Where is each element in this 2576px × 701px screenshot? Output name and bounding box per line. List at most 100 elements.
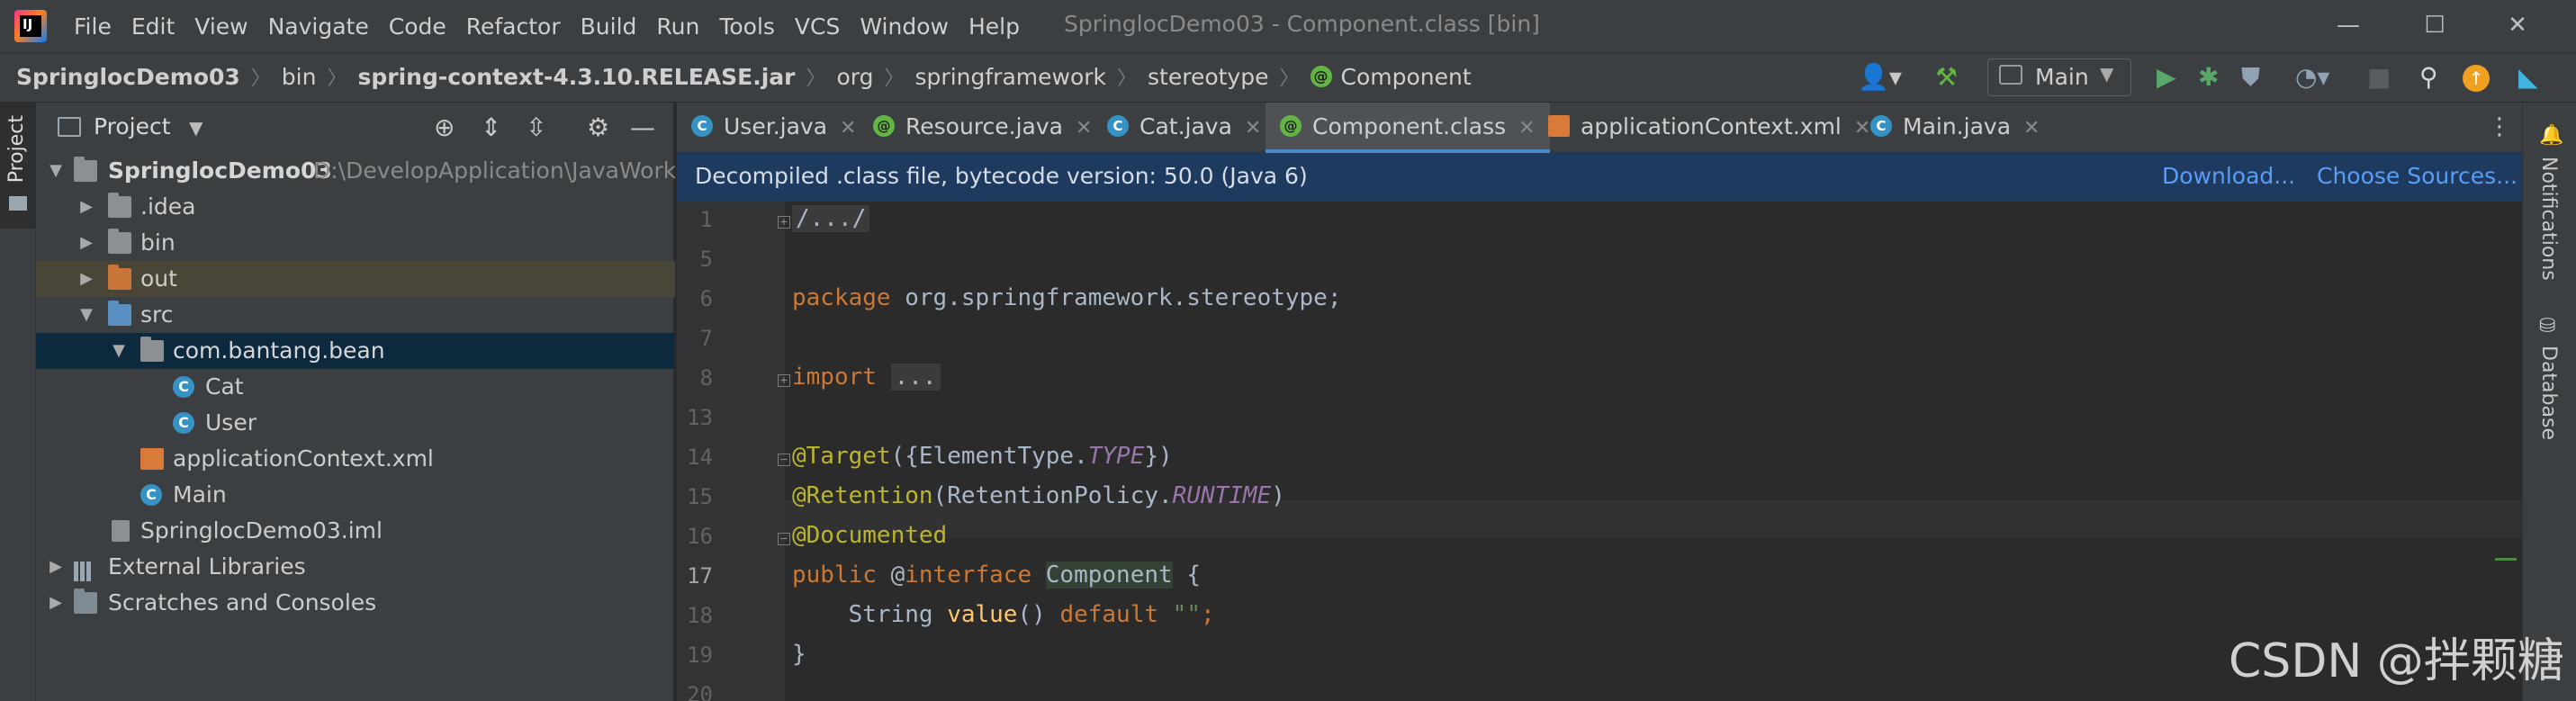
more-tabs-icon[interactable]: ⋮ <box>2488 113 2511 140</box>
tree-item-external-libraries[interactable]: ▶ External Libraries <box>36 549 675 585</box>
tree-item-main[interactable]: C Main <box>36 477 675 513</box>
menu-code[interactable]: Code <box>389 13 446 40</box>
coverage-icon[interactable]: ⛊ <box>2241 63 2260 92</box>
tree-item-cat[interactable]: C Cat <box>36 369 675 405</box>
debug-icon[interactable]: ✱ <box>2198 63 2219 92</box>
menu-tools[interactable]: Tools <box>719 13 775 40</box>
menu-window[interactable]: Window <box>860 13 949 40</box>
iml-file-icon <box>112 520 130 542</box>
menu-run[interactable]: Run <box>656 13 699 40</box>
close-icon[interactable]: ✕ <box>2023 117 2040 139</box>
folder-icon <box>108 193 131 218</box>
build-hammer-icon[interactable]: ⚒ <box>1935 63 1958 92</box>
locate-icon[interactable]: ⊕ <box>434 112 455 142</box>
tree-item-project-root[interactable]: ▼ SpringlocDemo03 D:\DevelopApplication\… <box>36 153 675 189</box>
tab-project-tool[interactable]: Project <box>0 103 36 229</box>
breadcrumb-jar[interactable]: spring-context-4.3.10.RELEASE.jar <box>357 64 795 90</box>
tree-item-out[interactable]: ▶ out <box>36 261 675 297</box>
chevron-down-icon[interactable]: ▼ <box>47 153 65 189</box>
line-number: 5 <box>699 247 713 272</box>
chevron-right-icon[interactable]: ▶ <box>47 549 65 585</box>
collapse-all-icon[interactable]: ⇳ <box>526 112 546 142</box>
project-panel-title[interactable]: Project <box>94 113 171 139</box>
breadcrumb-bin[interactable]: bin <box>282 64 317 90</box>
run-configuration-dropdown[interactable]: Main ▼ <box>1987 58 2131 96</box>
breadcrumb-org[interactable]: org <box>837 64 874 90</box>
tree-item-src[interactable]: ▼ src <box>36 297 675 333</box>
banner-text: Decompiled .class file, bytecode version… <box>695 163 1308 189</box>
menu-edit[interactable]: Edit <box>131 13 175 40</box>
chevron-right-icon[interactable]: ▶ <box>47 585 65 621</box>
tab-main-java[interactable]: C Main.java ✕ <box>1870 103 2040 153</box>
tree-item-application-context[interactable]: applicationContext.xml <box>36 441 675 477</box>
menu-navigate[interactable]: Navigate <box>268 13 369 40</box>
menu-refactor[interactable]: Refactor <box>466 13 561 40</box>
close-button[interactable]: ✕ <box>2477 0 2558 52</box>
close-icon[interactable]: ✕ <box>1245 117 1261 139</box>
tab-database[interactable]: Database <box>2537 346 2560 440</box>
close-icon[interactable]: ✕ <box>1518 117 1535 139</box>
tree-item-iml[interactable]: SpringlocDemo03.iml <box>36 513 675 549</box>
menu-view[interactable]: View <box>194 13 248 40</box>
chevron-down-icon[interactable]: ▼ <box>110 333 128 369</box>
menu-file[interactable]: File <box>74 13 112 40</box>
plugin-icon[interactable]: ◣ <box>2518 63 2538 92</box>
annotation-icon: @ <box>1280 115 1302 137</box>
database-icon[interactable]: ⛁ <box>2539 315 2555 337</box>
chevron-right-icon[interactable]: ▶ <box>77 225 95 261</box>
close-icon[interactable]: ✕ <box>1076 117 1092 139</box>
tab-notifications[interactable]: Notifications <box>2537 157 2560 281</box>
bell-icon[interactable]: 🔔 <box>2539 124 2563 147</box>
download-link[interactable]: Download... <box>2162 153 2295 200</box>
tab-application-context-xml[interactable]: applicationContext.xml ✕ <box>1548 103 1870 153</box>
project-tool-label: Project <box>5 115 28 184</box>
breadcrumb-project[interactable]: SpringlocDemo03 <box>16 64 240 90</box>
update-icon[interactable]: ↑ <box>2463 65 2490 92</box>
intellij-logo-icon[interactable]: IJ <box>14 10 47 42</box>
fold-icon[interactable]: + <box>778 374 790 387</box>
tab-resource-java[interactable]: @ Resource.java ✕ <box>873 103 1092 153</box>
menu-help[interactable]: Help <box>968 13 1020 40</box>
breadcrumb-component[interactable]: Component <box>1341 64 1472 90</box>
tree-item-package[interactable]: ▼ com.bantang.bean <box>36 333 675 369</box>
tree-item-idea[interactable]: ▶ .idea <box>36 189 675 225</box>
chevron-right-icon[interactable]: ▶ <box>77 261 95 297</box>
tree-item-label: User <box>205 409 257 436</box>
menu-build[interactable]: Build <box>581 13 637 40</box>
chevron-right-icon[interactable]: ▶ <box>77 189 95 225</box>
maximize-button[interactable]: ☐ <box>2394 0 2475 52</box>
tree-item-bin[interactable]: ▶ bin <box>36 225 675 261</box>
expand-all-icon[interactable]: ⇕ <box>481 112 501 142</box>
stop-icon[interactable]: ■ <box>2367 63 2391 92</box>
fold-icon[interactable]: − <box>778 533 790 545</box>
search-icon[interactable]: ⚲ <box>2419 63 2438 92</box>
fold-icon[interactable]: − <box>778 454 790 466</box>
minimize-panel-icon[interactable]: — <box>630 112 655 142</box>
fold-icon[interactable]: + <box>778 216 790 229</box>
tab-component-class[interactable]: @ Component.class ✕ <box>1265 103 1550 153</box>
window-title: SpringlocDemo03 - Component.class [bin] <box>1064 11 1540 37</box>
breadcrumb-stereotype[interactable]: stereotype <box>1148 64 1268 90</box>
line-number-current: 17 <box>687 563 713 589</box>
tab-user-java[interactable]: C User.java ✕ <box>691 103 856 153</box>
code-line-17: public @interface Component { <box>792 562 1201 589</box>
chevron-down-icon[interactable]: ▼ <box>189 117 203 139</box>
tree-item-scratches[interactable]: ▶ Scratches and Consoles <box>36 585 675 621</box>
breadcrumb-springframework[interactable]: springframework <box>915 64 1106 90</box>
tab-cat-java[interactable]: C Cat.java ✕ <box>1107 103 1261 153</box>
choose-sources-link[interactable]: Choose Sources... <box>2317 153 2517 200</box>
close-icon[interactable]: ✕ <box>840 117 856 139</box>
title-bar: IJ File Edit View Navigate Code Refactor… <box>0 0 2576 52</box>
minimize-button[interactable]: — <box>2308 0 2389 52</box>
gear-icon[interactable]: ⚙ <box>587 112 609 142</box>
tree-item-label: SpringlocDemo03 <box>108 157 332 184</box>
close-icon[interactable]: ✕ <box>1854 117 1870 139</box>
tree-item-user[interactable]: C User <box>36 405 675 441</box>
chevron-right-icon: 〉 <box>1117 67 1138 90</box>
user-icon[interactable]: 👤▾ <box>1858 63 1902 92</box>
annotation-icon: @ <box>1310 66 1332 87</box>
chevron-down-icon[interactable]: ▼ <box>77 297 95 333</box>
menu-vcs[interactable]: VCS <box>795 13 840 40</box>
run-icon[interactable]: ▶ <box>2157 63 2176 92</box>
profile-icon[interactable]: ◔▾ <box>2295 63 2330 92</box>
